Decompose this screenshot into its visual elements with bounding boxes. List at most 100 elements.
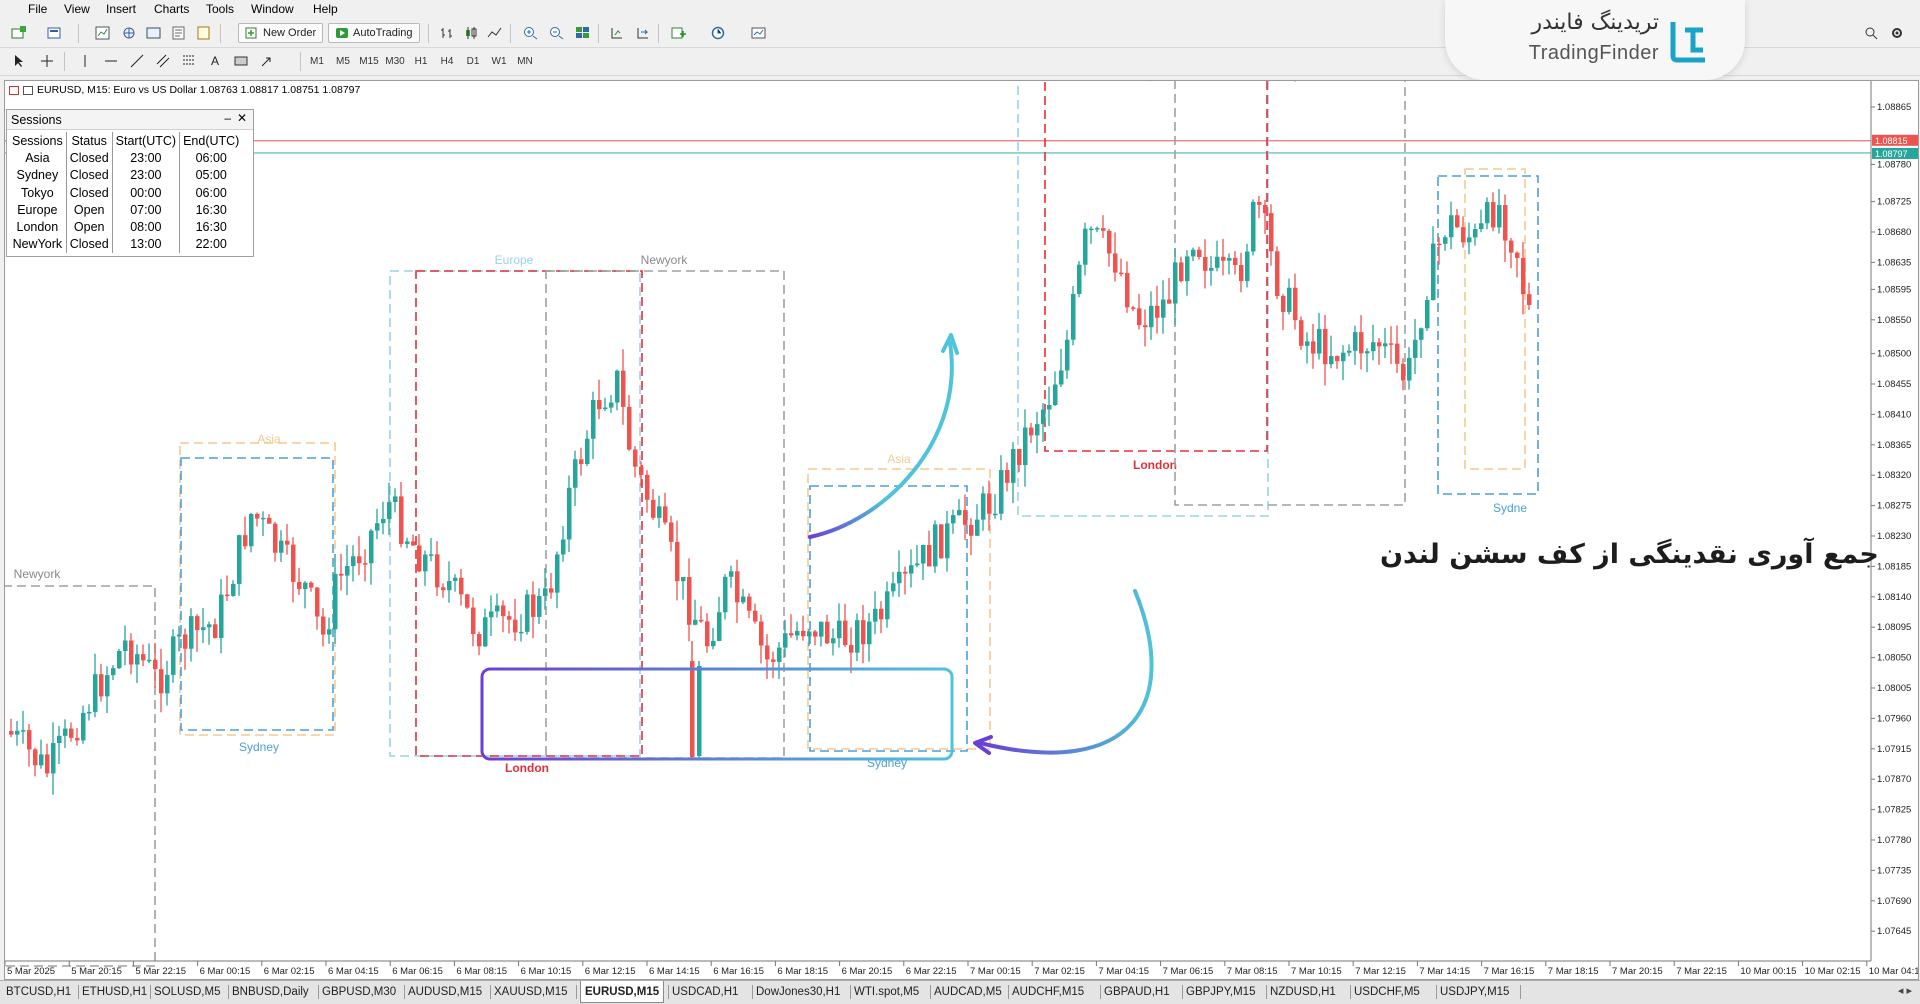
timeframe-mn[interactable]: MN <box>512 52 538 70</box>
menu-file[interactable]: File <box>28 2 47 16</box>
terminal-icon[interactable] <box>143 23 165 43</box>
chart-shift-icon[interactable] <box>606 23 628 43</box>
menu-charts[interactable]: Charts <box>154 2 189 16</box>
candle-body <box>585 438 590 465</box>
metaeditor-icon[interactable] <box>193 23 215 43</box>
periods-icon[interactable] <box>708 23 730 43</box>
price-chart[interactable]: NewyorkAsiaSydneyEuropeLondonNewyorkAsia… <box>5 81 1918 979</box>
tab-dowjones30-h1[interactable]: DowJones30,H1 <box>756 983 840 1001</box>
profiles-icon[interactable] <box>44 23 66 43</box>
tab-audcad-m5[interactable]: AUDCAD,M5 <box>934 983 1002 1001</box>
tab-solusd-m5[interactable]: SOLUSD,M5 <box>154 983 220 1001</box>
tab-usdchf-m5[interactable]: USDCHF,M5 <box>1354 983 1420 1001</box>
candle-body <box>105 675 110 697</box>
tab-gbpjpy-m15[interactable]: GBPJPY,M15 <box>1186 983 1255 1001</box>
sydney-session-label-3: Sydne <box>1493 501 1527 515</box>
tab-scroll-arrows-icon[interactable]: ◂ ▸ <box>1898 984 1912 997</box>
price-tick-label: 1.07780 <box>1877 835 1911 846</box>
table-row: NewYork Closed 13:00 22:00 <box>9 235 242 254</box>
menu-insert[interactable]: Insert <box>106 2 136 16</box>
text-label-icon[interactable] <box>230 51 252 71</box>
candle <box>123 625 128 666</box>
horizontal-line-icon[interactable] <box>100 51 122 71</box>
cursor-icon[interactable] <box>8 51 30 71</box>
sessions-panel[interactable]: Sessions – ✕ Sessions Status Start(UTC) … <box>6 109 254 257</box>
tab-gbpusd-m30[interactable]: GBPUSD,M30 <box>322 983 396 1001</box>
tab-audchf-m15[interactable]: AUDCHF,M15 <box>1012 983 1084 1001</box>
timeframe-m15[interactable]: M15 <box>356 52 382 70</box>
tab-usdjpy-m15[interactable]: USDJPY,M15 <box>1440 983 1509 1001</box>
candle <box>975 504 980 537</box>
indicators-icon[interactable] <box>668 23 690 43</box>
tab-ethusd-h1[interactable]: ETHUSD,H1 <box>82 983 147 1001</box>
zoom-in-icon[interactable] <box>520 23 542 43</box>
market-watch-icon[interactable] <box>92 23 114 43</box>
autotrading-button[interactable]: AutoTrading <box>328 23 420 43</box>
session-end: 06:00 <box>195 150 227 165</box>
tab-btcusd-h1[interactable]: BTCUSD,H1 <box>6 983 71 1001</box>
candle <box>669 515 674 552</box>
time-tick-label: 7 Mar 22:15 <box>1676 966 1727 977</box>
tab-usdcad-h1[interactable]: USDCAD,H1 <box>672 983 738 1001</box>
text-icon[interactable]: A <box>204 51 226 71</box>
tab-xauusd-m15[interactable]: XAUUSD,M15 <box>494 983 568 1001</box>
tab-separator <box>850 985 851 999</box>
timeframe-w1[interactable]: W1 <box>486 52 512 70</box>
vertical-line-icon[interactable] <box>74 51 96 71</box>
session-start: 00:00 <box>112 183 181 202</box>
candle <box>399 481 404 548</box>
candle <box>1119 258 1124 277</box>
menu-help[interactable]: Help <box>313 2 338 16</box>
timeframe-m30[interactable]: M30 <box>382 52 408 70</box>
autoscroll-icon[interactable] <box>632 23 654 43</box>
menu-tools[interactable]: Tools <box>206 2 234 16</box>
candle-body <box>1029 427 1034 436</box>
strategy-tester-icon[interactable] <box>168 23 190 43</box>
time-tick-label: 10 Mar 00:15 <box>1740 966 1796 977</box>
timeframe-m5[interactable]: M5 <box>330 52 356 70</box>
templates-icon[interactable] <box>748 23 770 43</box>
tab-eurusd-m15[interactable]: EURUSD,M15 <box>580 981 665 1003</box>
candle <box>831 628 836 656</box>
tab-nzdusd-h1[interactable]: NZDUSD,H1 <box>1270 983 1336 1001</box>
candle-body <box>195 616 200 631</box>
channel-icon[interactable] <box>152 51 174 71</box>
trendline-icon[interactable] <box>126 51 148 71</box>
new-chart-icon[interactable] <box>8 23 30 43</box>
tab-bnbusd-daily[interactable]: BNBUSD,Daily <box>232 983 309 1001</box>
candle <box>297 567 302 595</box>
price-tick-label: 1.08865 <box>1877 102 1911 113</box>
timeframe-h1[interactable]: H1 <box>408 52 434 70</box>
timeframe-h4[interactable]: H4 <box>434 52 460 70</box>
zoom-out-icon[interactable] <box>546 23 568 43</box>
menu-view[interactable]: View <box>64 2 90 16</box>
line-chart-icon[interactable] <box>484 23 506 43</box>
timeframe-m1[interactable]: M1 <box>304 52 330 70</box>
time-tick-label: 6 Mar 04:15 <box>328 966 379 977</box>
candlestick-icon[interactable] <box>460 23 482 43</box>
tile-windows-icon[interactable] <box>572 23 594 43</box>
arrow-shapes-icon[interactable] <box>256 51 278 71</box>
candle-body <box>1311 341 1316 354</box>
timeframe-d1[interactable]: D1 <box>460 52 486 70</box>
crosshair-icon[interactable] <box>36 51 58 71</box>
search-icon[interactable] <box>1860 23 1882 43</box>
col-status: Status <box>66 132 113 150</box>
minimize-icon[interactable]: – <box>224 111 231 125</box>
tab-gbpaud-h1[interactable]: GBPAUD,H1 <box>1104 983 1170 1001</box>
fibonacci-icon[interactable] <box>178 51 200 71</box>
settings-icon[interactable] <box>1886 23 1908 43</box>
navigator-icon[interactable] <box>118 23 140 43</box>
menu-window[interactable]: Window <box>251 2 294 16</box>
candle <box>273 521 278 562</box>
candle-body <box>1425 299 1430 329</box>
tab-wti-spot-m5[interactable]: WTI.spot,M5 <box>854 983 919 1001</box>
candle <box>219 579 224 654</box>
new-order-button[interactable]: New Order <box>238 23 324 43</box>
close-icon[interactable]: ✕ <box>237 111 247 125</box>
time-tick-label: 7 Mar 18:15 <box>1548 966 1599 977</box>
bar-chart-icon[interactable] <box>436 23 458 43</box>
chart-window[interactable]: Newyork Asia Sydney Europe London Newyork Asia… <box>4 80 1919 980</box>
tab-audusd-m15[interactable]: AUDUSD,M15 <box>408 983 482 1001</box>
chart-title-icon <box>9 85 19 95</box>
